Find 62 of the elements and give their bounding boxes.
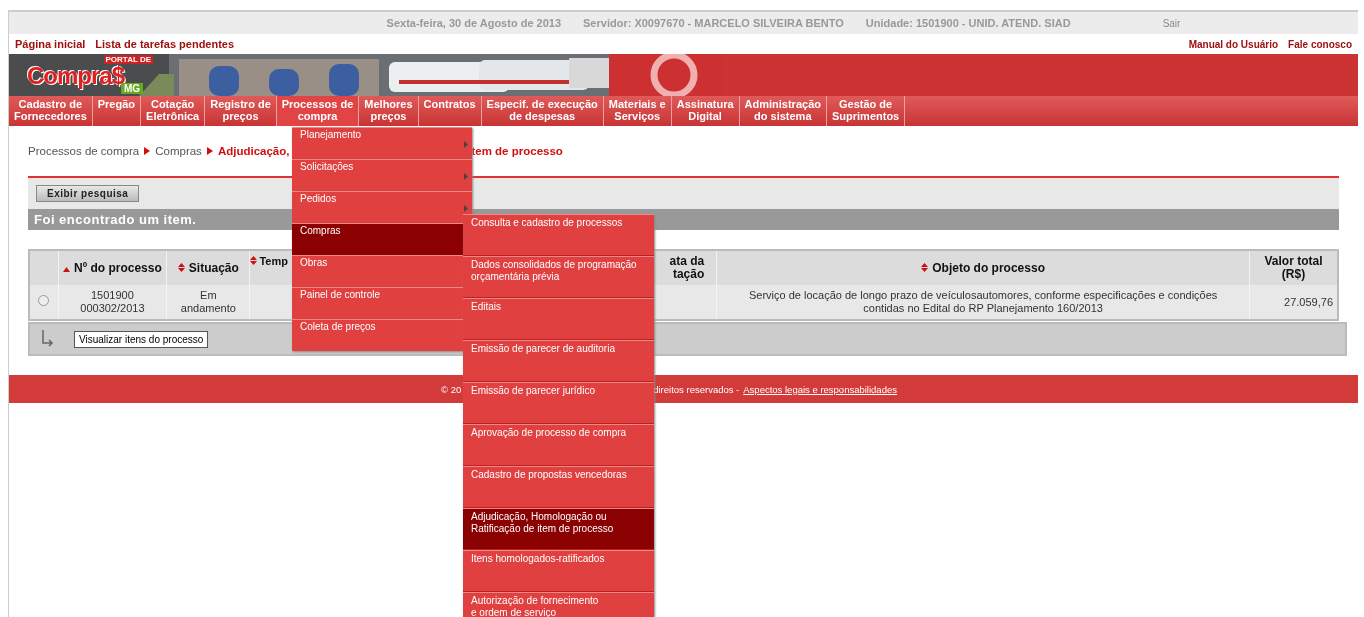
table-cell: Serviço de locação de longo prazo de veículosautomores, conforme especificações e condições contidas no Edital do RP Planejamento 160/2013	[716, 285, 1250, 320]
breadcrumb-current: tem de processo	[471, 145, 563, 157]
nav-tab[interactable]: Assinatura Digital	[671, 96, 740, 126]
chevron-icon	[206, 147, 213, 155]
server-text: Servidor: X0097670 - MARCELO SILVEIRA BENTO	[583, 17, 844, 29]
row-radio[interactable]	[38, 295, 50, 306]
nav-tab[interactable]: Cotação Eletrônica	[141, 96, 206, 126]
header-link[interactable]: Lista de tarefas pendentes	[95, 38, 235, 50]
submenu-item[interactable]: Itens homologados-ratificados	[463, 550, 654, 592]
submenu-item[interactable]: Emissão de parecer jurídico	[463, 382, 654, 424]
column-header[interactable]: Situação	[166, 250, 250, 285]
copyright-text: direitos reservados -	[653, 383, 740, 395]
nav-tab[interactable]: Contratos	[418, 96, 482, 126]
nav-tab[interactable]: Cadastro de Fornecedores	[9, 96, 93, 126]
breadcrumb-link[interactable]: Compras	[155, 145, 202, 157]
unit-text: Unidade: 1501900 - UNID. ATEND. SIAD	[865, 17, 1071, 29]
column-label: Valor total (R$)	[1264, 254, 1323, 281]
column-header[interactable]: Nº do processo	[58, 250, 167, 285]
header-link[interactable]: Página inicial	[15, 38, 86, 50]
sort-icon	[177, 262, 185, 272]
column-label: Objeto do processo	[932, 260, 1045, 275]
nav-tab[interactable]: Processos de compra	[276, 96, 360, 126]
header-link[interactable]: Fale conosco	[1288, 38, 1352, 50]
nav-tab[interactable]: Administração do sistema	[739, 96, 827, 126]
submenu-item[interactable]: Editais	[463, 298, 654, 340]
breadcrumb-current: Adjudicação,	[217, 145, 290, 157]
legal-link[interactable]: Aspectos legais e responsabilidades	[743, 383, 897, 395]
column-header[interactable]: Objeto do processo	[716, 250, 1250, 285]
return-arrow-icon	[40, 330, 54, 348]
column-label: Temp	[259, 255, 288, 267]
nav-tab[interactable]: Melhores preços	[359, 96, 419, 126]
submenu-item[interactable]: Cadastro de propostas vencedoras	[463, 466, 654, 508]
sort-icon	[921, 262, 929, 272]
show-search-button[interactable]: Exibir pesquisa	[36, 185, 140, 202]
submenu-item[interactable]: Adjudicação, Homologação ou Ratificação de item de processo	[463, 508, 654, 550]
nav-tab[interactable]: Registro de preços	[205, 96, 277, 126]
submenu-item[interactable]: Emissão de parecer de auditoria	[463, 340, 654, 382]
column-label: Situação	[188, 260, 239, 275]
view-items-button[interactable]: Visualizar itens do processo	[74, 330, 209, 348]
menu-item[interactable]: Solicitações	[292, 159, 472, 191]
date-text: Sexta-feira, 30 de Agosto de 2013	[386, 17, 562, 29]
copyright-text: © 20	[441, 383, 462, 395]
column-label: Nº do processo	[74, 260, 162, 275]
nav-tab[interactable]: Pregão	[92, 96, 142, 126]
submenu-item[interactable]: Dados consolidados de programação orçamentária prévia	[463, 256, 654, 298]
nav-tab[interactable]: Especif. de execução de despesas	[481, 96, 604, 126]
sort-up-icon	[63, 266, 71, 272]
nav-tab[interactable]: Gestão de Suprimentos	[827, 96, 906, 126]
menu-item[interactable]: Pedidos	[292, 191, 472, 223]
menu-item[interactable]: Planejamento	[292, 127, 472, 159]
header-link[interactable]: Manual do Usuário	[1188, 38, 1279, 50]
table-cell: Em andamento	[166, 285, 250, 320]
column-label: ata da tação	[669, 254, 705, 281]
column-header[interactable]: Valor total (R$)	[1249, 250, 1338, 285]
chevron-icon	[144, 147, 151, 155]
logout-link[interactable]: Sair	[1162, 17, 1181, 29]
nav-tab[interactable]: Materiais e Serviços	[603, 96, 672, 126]
submenu-item[interactable]: Consulta e cadastro de processos	[463, 214, 654, 256]
table-cell: 1501900 000302/2013	[58, 285, 167, 320]
table-cell: 27.059,76	[1249, 285, 1338, 320]
submenu-item[interactable]: Aprovação de processo de compra	[463, 424, 654, 466]
breadcrumb-link[interactable]: Processos de compra	[28, 145, 140, 157]
